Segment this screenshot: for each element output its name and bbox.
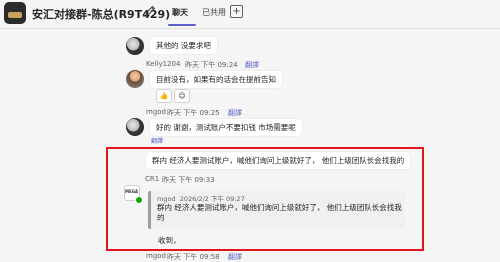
quoted-message[interactable]: mgod 2026/2/2 下午 09:27 群内 经济人要测试账户，喊他们询问… xyxy=(148,191,405,229)
message-sender: mgod xyxy=(146,108,166,116)
translate-link[interactable]: 翻譯 xyxy=(228,108,242,118)
translate-link[interactable]: 翻譯 xyxy=(151,136,163,145)
avatar[interactable] xyxy=(126,70,144,88)
translate-link[interactable]: 翻譯 xyxy=(245,60,259,70)
message-time: 昨天 下午 09:25 xyxy=(167,109,220,117)
add-tab-button[interactable]: + xyxy=(230,5,243,18)
quote-sender: mgod xyxy=(157,195,176,203)
chat-header: 安汇对接群-陈总(R9T429) 聊天 已共用 + xyxy=(0,0,500,29)
message-text: 收到， xyxy=(158,236,181,245)
avatar[interactable] xyxy=(126,118,144,136)
translate-link[interactable]: 翻譯 xyxy=(228,252,242,262)
quote-header: mgod 2026/2/2 下午 09:27 xyxy=(157,193,245,203)
quote-text: 群内 经济人要测试账户，喊他们询问上级就好了， 他们上级团队长会找我的 xyxy=(157,203,402,222)
tab-shared[interactable]: 已共用 xyxy=(202,7,226,18)
add-reaction-icon[interactable]: ☺ xyxy=(174,89,190,103)
online-status-dot xyxy=(135,196,143,204)
group-avatar[interactable] xyxy=(4,2,26,24)
active-tab-indicator xyxy=(168,24,196,26)
message-time: 昨天 下午 09:33 xyxy=(162,176,215,184)
message-time: 昨天 下午 09:58 xyxy=(167,253,220,261)
thumbs-up-reaction[interactable]: 👍 xyxy=(156,89,172,103)
message-sender: mgod xyxy=(146,252,166,260)
tab-chat[interactable]: 聊天 xyxy=(172,7,188,18)
edit-icon[interactable] xyxy=(142,3,158,19)
avatar[interactable] xyxy=(126,37,144,55)
message-sender: Kelly1204 xyxy=(146,60,181,68)
message-bubble: 好的 谢谢，测试账户不要扣钱 市场需要呢 xyxy=(150,119,302,136)
message-time: 昨天 下午 09:24 xyxy=(185,61,238,69)
message-bubble: 其他的 没要求吧 xyxy=(150,37,217,54)
quote-time: 2026/2/2 下午 09:27 xyxy=(179,195,245,203)
message-bubble: 目前没有，如果有的话会在提前告知 xyxy=(150,71,282,88)
message-sender: CR1 xyxy=(145,175,160,183)
message-bubble: 群内 经济人要测试账户，喊他们询问上级就好了， 他们上级团队长会找我的 xyxy=(146,152,411,169)
